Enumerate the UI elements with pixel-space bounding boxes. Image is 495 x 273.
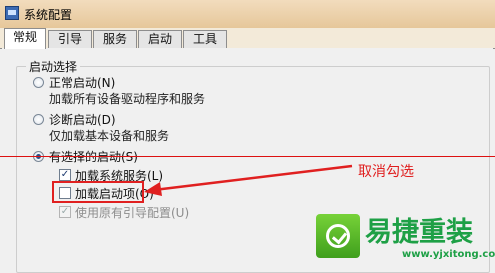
tab-boot[interactable]: 引导 bbox=[48, 30, 92, 48]
brand-name: 易捷重装 bbox=[365, 217, 473, 248]
diagnostic-startup-label[interactable]: 诊断启动(D) bbox=[49, 111, 116, 128]
use-original-boot-config-label: 使用原有引导配置(U) bbox=[75, 206, 190, 220]
system-config-icon bbox=[5, 6, 19, 20]
load-system-services-checkbox[interactable]: ✓ bbox=[59, 169, 71, 181]
power-check-icon bbox=[326, 224, 350, 248]
tab-strip: 常规 引导 服务 启动 工具 bbox=[0, 28, 495, 49]
annotation-guide-line bbox=[0, 156, 495, 157]
brand-url: www.yjxitong.com bbox=[402, 249, 495, 260]
tab-tools[interactable]: 工具 bbox=[183, 30, 227, 48]
diagnostic-startup-description: 仅加载基本设备和服务 bbox=[49, 129, 170, 143]
use-original-boot-config-checkbox: ✓ bbox=[59, 206, 71, 218]
normal-startup-label[interactable]: 正常启动(N) bbox=[49, 74, 115, 91]
title-bar: 系统配置 bbox=[0, 0, 495, 28]
diagnostic-startup-radio[interactable] bbox=[33, 114, 44, 125]
brand-logo bbox=[316, 214, 360, 258]
window-title: 系统配置 bbox=[24, 8, 73, 22]
startup-selection-legend: 启动选择 bbox=[26, 58, 81, 75]
annotation-arrow-icon bbox=[144, 164, 353, 196]
annotation-highlight-box bbox=[52, 181, 144, 203]
annotation-text: 取消勾选 bbox=[358, 164, 414, 180]
tab-startup[interactable]: 启动 bbox=[138, 30, 182, 48]
tab-general[interactable]: 常规 bbox=[4, 28, 46, 49]
normal-startup-radio[interactable] bbox=[33, 77, 44, 88]
normal-startup-description: 加载所有设备驱动程序和服务 bbox=[49, 92, 206, 106]
tab-services[interactable]: 服务 bbox=[93, 30, 137, 48]
